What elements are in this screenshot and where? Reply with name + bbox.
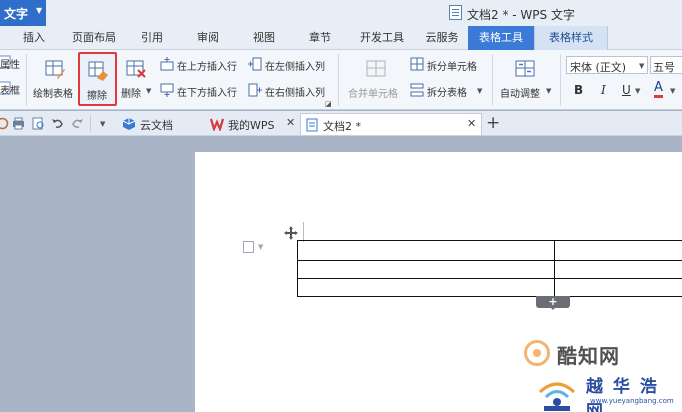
text-cursor bbox=[303, 222, 304, 242]
table-properties-label[interactable]: 属性 bbox=[0, 56, 20, 71]
insert-row-below-icon bbox=[160, 83, 174, 97]
close-icon[interactable]: ✕ bbox=[467, 117, 476, 130]
insert-col-right-icon bbox=[248, 83, 262, 97]
show-border-label[interactable]: 表框 bbox=[0, 82, 20, 97]
tab-section[interactable]: 章节 bbox=[302, 26, 338, 50]
delete-table-icon bbox=[126, 60, 146, 78]
dialog-launcher-icon[interactable]: ◪ bbox=[325, 100, 332, 108]
table-row-border bbox=[298, 260, 682, 261]
tab-page-layout[interactable]: 页面布局 bbox=[66, 26, 122, 50]
chevron-down-icon[interactable]: ▼ bbox=[258, 243, 263, 251]
title-bar: 文字 ▼ 文档2 * - WPS 文字 bbox=[0, 0, 682, 26]
print-preview-icon[interactable] bbox=[32, 117, 45, 130]
table-row-border bbox=[298, 278, 682, 279]
document-tab-bar: ▼ 云文档 我的WPS ✕ 文档2 * ✕ + bbox=[0, 111, 682, 136]
split-cells-button[interactable]: 拆分单元格 bbox=[427, 58, 477, 73]
tab-cloud[interactable]: 云服务 bbox=[420, 26, 464, 50]
wps-logo-icon bbox=[210, 118, 224, 131]
table-column-border bbox=[554, 241, 555, 298]
font-size-value: 五号 bbox=[653, 61, 675, 74]
close-icon[interactable]: ✕ bbox=[286, 116, 295, 129]
document-table[interactable] bbox=[297, 240, 682, 298]
split-table-icon bbox=[410, 83, 424, 97]
window-title: 文档2 * - WPS 文字 bbox=[467, 8, 575, 22]
insert-col-left-button[interactable]: 在左侧插入列 bbox=[265, 58, 325, 73]
doc-tab-mywps[interactable]: 我的WPS ✕ bbox=[208, 113, 300, 135]
document-icon bbox=[449, 5, 462, 20]
bold-button[interactable]: B bbox=[574, 83, 583, 97]
eraser-icon bbox=[88, 61, 108, 81]
merge-cells-button[interactable]: 合并单元格 bbox=[348, 85, 398, 100]
draw-table-button[interactable]: 绘制表格 bbox=[33, 85, 73, 100]
insert-row-below-button[interactable]: 在下方插入行 bbox=[177, 84, 237, 99]
chevron-down-icon: ▼ bbox=[36, 6, 43, 15]
delete-button[interactable]: 删除 bbox=[121, 85, 141, 100]
erase-label: 擦除 bbox=[87, 91, 107, 102]
underline-button[interactable]: U bbox=[622, 83, 631, 97]
document-icon bbox=[306, 118, 318, 132]
split-table-dropdown-icon[interactable]: ▼ bbox=[477, 87, 482, 95]
insert-row-above-icon bbox=[160, 57, 174, 71]
print-icon[interactable] bbox=[12, 117, 25, 130]
tab-insert[interactable]: 插入 bbox=[16, 26, 52, 50]
insert-row-above-button[interactable]: 在上方插入行 bbox=[177, 58, 237, 73]
new-tab-button[interactable]: + bbox=[486, 113, 500, 133]
merge-cells-icon bbox=[366, 60, 386, 77]
ribbon-tabs: 插入 页面布局 引用 审阅 视图 章节 开发工具 云服务 表格工具 表格样式 bbox=[0, 26, 682, 50]
insert-col-right-button[interactable]: 在右侧插入列 bbox=[265, 84, 325, 99]
paragraph-layout-icon[interactable] bbox=[243, 241, 254, 253]
doc-tab-cloud[interactable]: 云文档 bbox=[118, 113, 202, 135]
font-name-value: 宋体 (正文) bbox=[570, 61, 627, 74]
watermark-text: 酷知网 bbox=[557, 344, 620, 368]
watermark-wifi-logo-icon bbox=[538, 382, 576, 411]
redo-icon[interactable] bbox=[71, 117, 84, 130]
tab-references[interactable]: 引用 bbox=[134, 26, 170, 50]
open-icon[interactable] bbox=[0, 117, 9, 130]
tab-view[interactable]: 视图 bbox=[246, 26, 282, 50]
add-row-button[interactable]: + bbox=[536, 296, 570, 310]
watermark-site-name: 越 华 浩 网 bbox=[586, 377, 659, 412]
font-name-select[interactable]: 宋体 (正文) ▼ bbox=[566, 56, 648, 74]
draw-table-icon bbox=[45, 60, 65, 79]
italic-button[interactable]: I bbox=[601, 83, 606, 97]
doc-tab-label: 文档2 * bbox=[323, 120, 361, 133]
watermark-url: www.yueyangbang.com bbox=[590, 397, 674, 405]
font-color-dropdown-icon[interactable]: ▼ bbox=[670, 87, 675, 95]
underline-dropdown-icon[interactable]: ▼ bbox=[635, 87, 640, 95]
app-menu-label: 文字 bbox=[4, 7, 29, 21]
font-color-button[interactable]: A bbox=[654, 81, 663, 98]
tab-table-style[interactable]: 表格样式 bbox=[534, 26, 608, 50]
auto-adjust-icon bbox=[515, 60, 535, 77]
doc-tab-label: 云文档 bbox=[140, 119, 173, 132]
auto-adjust-button[interactable]: 自动调整 bbox=[500, 85, 540, 100]
quick-access-dropdown-icon[interactable]: ▼ bbox=[100, 120, 105, 128]
watermark-logo-icon bbox=[524, 340, 550, 366]
tab-developer[interactable]: 开发工具 bbox=[354, 26, 410, 50]
split-table-button[interactable]: 拆分表格 bbox=[427, 84, 467, 99]
table-move-handle-icon[interactable] bbox=[283, 225, 299, 241]
delete-dropdown-icon[interactable]: ▼ bbox=[146, 87, 151, 95]
font-size-select[interactable]: 五号 bbox=[650, 56, 682, 74]
chevron-down-icon: ▼ bbox=[639, 62, 645, 70]
doc-tab-document2[interactable]: 文档2 * ✕ bbox=[300, 113, 482, 135]
split-cells-icon bbox=[410, 57, 424, 71]
app-menu-button[interactable]: 文字 ▼ bbox=[0, 0, 46, 26]
insert-col-left-icon bbox=[248, 57, 262, 71]
doc-tab-label: 我的WPS bbox=[228, 119, 275, 132]
tab-review[interactable]: 审阅 bbox=[190, 26, 226, 50]
cloud-doc-icon bbox=[122, 118, 136, 130]
erase-button[interactable]: 擦除 bbox=[78, 52, 117, 106]
auto-adjust-dropdown-icon[interactable]: ▼ bbox=[546, 87, 551, 95]
tab-table-tools[interactable]: 表格工具 bbox=[468, 26, 534, 50]
undo-icon[interactable] bbox=[51, 117, 64, 130]
